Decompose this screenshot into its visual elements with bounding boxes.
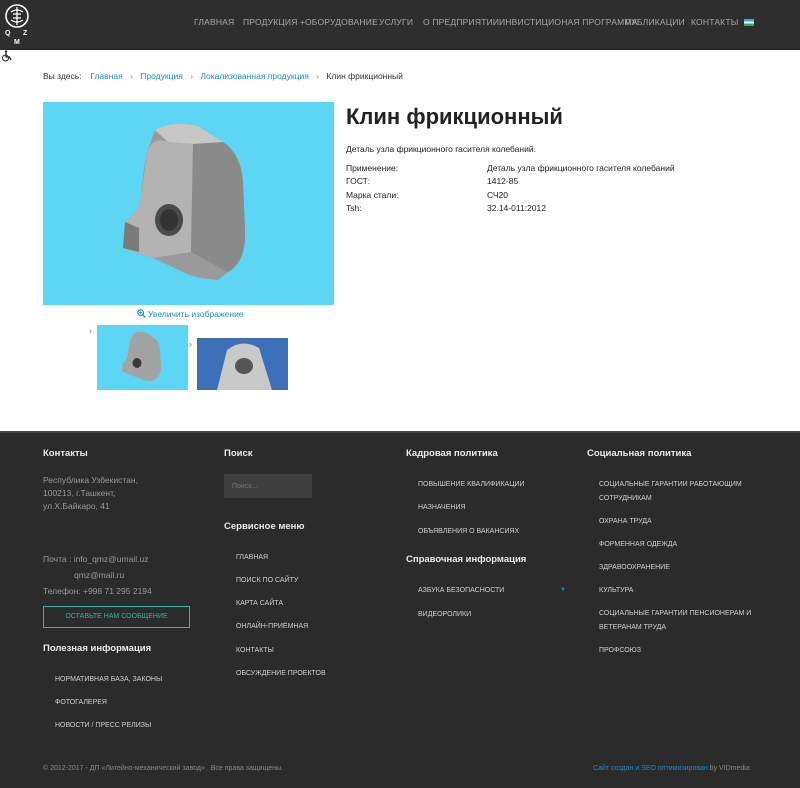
copyright-text: © 2012-2017 - ДП «Литейно-механический з… — [43, 765, 283, 772]
breadcrumb-products[interactable]: Продукция — [140, 71, 183, 81]
footer-contacts-heading: Контакты — [43, 448, 88, 459]
footer-service-search[interactable]: ПОИСК ПО САЙТУ — [236, 577, 298, 584]
footer-social-employees-line2: СОТРУДНИКАМ — [599, 495, 652, 502]
footer-useful-heading: Полезная информация — [43, 643, 152, 654]
footer-divider — [0, 431, 800, 433]
footer-hr-heading: Кадровая политика — [406, 448, 498, 459]
thumb-pointer-icon: › — [189, 339, 192, 349]
leave-message-button[interactable]: ОСТАВЬТЕ НАМ СООБЩЕНИЕ — [43, 606, 190, 628]
uzbekistan-flag-icon[interactable] — [744, 19, 754, 26]
breadcrumb-localized-products[interactable]: Локализованная продукция — [200, 71, 308, 81]
footer-social-heading: Социальная политика — [587, 448, 692, 459]
footer-link-news[interactable]: НОВОСТИ / ПРЕСС РЕЛИЗЫ — [55, 722, 151, 729]
footer-service-heading: Сервисное меню — [224, 521, 305, 532]
footer-service-home[interactable]: ГЛАВНАЯ — [236, 554, 268, 561]
footer-hr-training[interactable]: ПОВЫШЕНИЕ КВАЛИФИКАЦИИ — [418, 481, 524, 488]
footer-service-discussion[interactable]: ОБСУЖДЕНИЕ ПРОЕКТОВ — [236, 670, 326, 677]
developer-credits-by: by VIDmedia — [707, 765, 750, 772]
footer-phone: Телефон: +998 71 295 2194 — [43, 586, 152, 596]
product-title: Клин фрикционный — [346, 104, 563, 129]
wheelchair-icon[interactable] — [1, 50, 13, 62]
footer-search-input[interactable] — [224, 474, 312, 498]
footer-social-culture[interactable]: КУЛЬТУРА — [599, 587, 633, 594]
spec-label: ГОСТ: — [346, 176, 371, 187]
nav-item-contacts[interactable]: КОНТАКТЫ — [691, 17, 738, 27]
thumbnail-2[interactable] — [197, 338, 288, 390]
spec-value: 32.14-011:2012 — [487, 202, 546, 213]
site-header: Q Z M ГЛАВНАЯ ПРОДУКЦИЯ + ОБОРУДОВАНИЕ У… — [0, 0, 800, 50]
thumb-pointer-icon: › — [89, 326, 92, 336]
footer-hr-appointments[interactable]: НАЗНАЧЕНИЯ — [418, 504, 466, 511]
nav-item-investment[interactable]: ИНВИСТИЦИОНАЯ ПРОГРАММА — [499, 17, 638, 27]
logo-letter-z: Z — [23, 30, 28, 37]
breadcrumb-separator: › — [190, 71, 194, 81]
spec-label: Марка стали: — [346, 189, 399, 200]
footer-social-union[interactable]: ПРОФСОЮЗ — [599, 647, 641, 654]
zoom-image-label: Увеличить изображение — [148, 309, 244, 319]
footer-address-line: 100213, г.Ташкент, — [43, 488, 116, 498]
thumbnail-2-picture — [217, 343, 272, 390]
thumbnail-1[interactable] — [97, 325, 188, 390]
footer-reference-videos[interactable]: ВИДЕОРОЛИКИ — [418, 611, 471, 618]
footer-social-pensioners-line2: ВЕТЕРАНАМ ТРУДА — [599, 624, 666, 631]
footer-email-2[interactable]: qmz@mail.ru — [74, 569, 124, 582]
logo-letter-m: M — [14, 39, 20, 46]
footer-link-laws[interactable]: НОРМАТИВНАЯ БАЗА, ЗАКОНЫ — [55, 676, 162, 683]
breadcrumb-current: Клин фрикционный — [326, 71, 403, 81]
footer-reference-safety[interactable]: АЗБУКА БЕЗОПАСНОСТИ — [418, 587, 504, 594]
breadcrumb-home[interactable]: Главная — [90, 71, 122, 81]
footer-social-employees[interactable]: СОЦИАЛЬНЫЕ ГАРАНТИИ РАБОТАЮЩИМ СОТРУДНИК… — [599, 478, 742, 506]
nav-item-services[interactable]: УСЛУГИ — [379, 17, 413, 27]
footer-email[interactable]: Почта : info_qmz@umail.uz — [43, 553, 148, 566]
footer-social-employees-line1: СОЦИАЛЬНЫЕ ГАРАНТИИ РАБОТАЮЩИМ — [599, 481, 742, 488]
spec-label: Применение: — [346, 163, 399, 173]
nav-item-equipment[interactable]: ОБОРУДОВАНИЕ — [305, 17, 378, 27]
footer-search-heading: Поиск — [224, 448, 253, 459]
nav-item-products[interactable]: ПРОДУКЦИЯ + — [243, 17, 305, 27]
breadcrumb-separator: › — [130, 71, 133, 81]
logo-letter-q: Q — [5, 30, 11, 37]
spec-value: 1412-85 — [487, 176, 519, 187]
product-description: Деталь узла фрикционного гасителя колеба… — [346, 144, 536, 154]
footer-social-healthcare[interactable]: ЗДРАВООХРАНЕНИЕ — [599, 564, 670, 571]
footer-reference-heading: Справочная информация — [406, 554, 527, 565]
developer-credits-link[interactable]: Сайт создан и SEO оптимизирован — [593, 765, 708, 772]
breadcrumb-separator: › — [316, 71, 320, 81]
footer-social-uniform[interactable]: ФОРМЕННАЯ ОДЕЖДА — [599, 541, 677, 548]
footer-service-contacts[interactable]: КОНТАКТЫ — [236, 647, 274, 654]
footer-address-line: Республика Узбекистан, — [43, 475, 138, 485]
friction-wedge-picture — [123, 123, 246, 280]
footer-social-labor-safety[interactable]: ОХРАНА ТРУДА — [599, 518, 652, 525]
developer-credits: Сайт создан и SEO оптимизирован by VIDme… — [593, 765, 750, 772]
footer-social-pensioners[interactable]: СОЦИАЛЬНЫЕ ГАРАНТИИ ПЕНСИОНЕРАМ И ВЕТЕРА… — [599, 607, 751, 635]
zoom-in-icon — [137, 309, 146, 318]
footer-service-online-reception[interactable]: ОНЛАЙН-ПРИЁМНАЯ — [236, 623, 308, 630]
zoom-image-link[interactable]: Увеличить изображение — [137, 309, 244, 319]
nav-item-publications[interactable]: ПУБЛИКАЦИИ — [625, 17, 685, 27]
product-main-image[interactable] — [43, 102, 334, 305]
footer-link-gallery[interactable]: ФОТОГАЛЕРЕЯ — [55, 699, 107, 706]
breadcrumb-prefix: Вы здесь: — [43, 71, 82, 81]
breadcrumb: Вы здесь: Главная › Продукция › Локализо… — [43, 71, 403, 81]
spec-value: СЧ20 — [487, 189, 508, 200]
nav-item-home[interactable]: ГЛАВНАЯ — [194, 17, 234, 27]
footer-social-pensioners-line1: СОЦИАЛЬНЫЕ ГАРАНТИИ ПЕНСИОНЕРАМ И — [599, 610, 752, 617]
footer-service-sitemap[interactable]: КАРТА САЙТА — [236, 600, 283, 607]
nav-item-about[interactable]: О ПРЕДПРИЯТИИ — [423, 17, 499, 27]
chevron-down-icon[interactable]: ▼ — [560, 587, 566, 593]
spec-label: Tsh: — [346, 202, 362, 213]
footer-hr-vacancies[interactable]: ОБЪЯВЛЕНИЯ О ВАКАНСИЯХ — [418, 528, 519, 535]
main-nav: ГЛАВНАЯ ПРОДУКЦИЯ + ОБОРУДОВАНИЕ УСЛУГИ … — [0, 17, 800, 31]
thumbnail-1-picture — [122, 331, 161, 381]
footer-address-line: ул.Х.Байкаро, 41 — [43, 501, 110, 511]
spec-value: Деталь узла фрикционного гасителя колеба… — [487, 163, 675, 173]
